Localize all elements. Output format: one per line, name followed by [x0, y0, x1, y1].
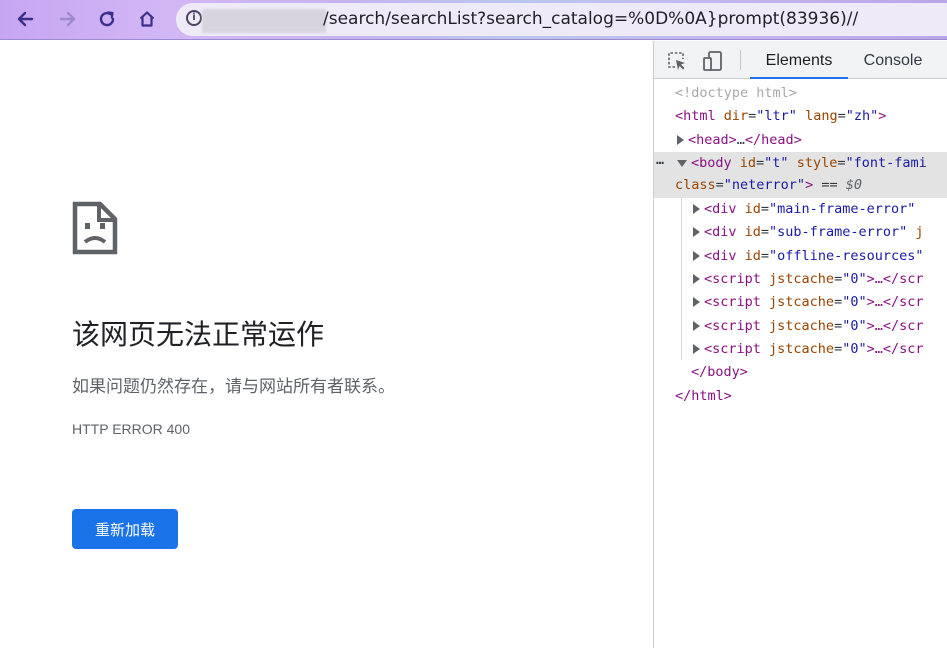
devtools-toolbar: Elements Console: [654, 41, 947, 79]
expand-triangle-icon[interactable]: [693, 274, 700, 284]
expand-triangle-icon[interactable]: [693, 344, 700, 354]
back-button[interactable]: [12, 6, 38, 32]
dom-line-doctype[interactable]: <!doctype html>: [675, 82, 947, 105]
reload-button[interactable]: 重新加载: [72, 509, 178, 549]
tab-elements[interactable]: Elements: [750, 41, 848, 79]
expand-triangle-icon[interactable]: [693, 204, 700, 214]
toolbar-separator: [740, 50, 741, 70]
expand-triangle-icon[interactable]: [677, 135, 684, 145]
home-button[interactable]: [134, 6, 160, 32]
tree-indent-guide: [681, 198, 682, 360]
dom-line-body-open[interactable]: <body id="t" style="font-fami: [677, 152, 947, 175]
reload-icon: [99, 11, 115, 27]
device-toggle-icon[interactable]: [702, 50, 724, 72]
error-page: 该网页无法正常运作 如果问题仍然存在，请与网站所有者联系。 HTTP ERROR…: [0, 41, 653, 648]
dom-line-div-main[interactable]: <div id="main-frame-error": [693, 198, 947, 221]
site-info-icon[interactable]: i: [186, 10, 202, 26]
dom-line-div-offline[interactable]: <div id="offline-resources": [693, 245, 947, 268]
address-bar-url[interactable]: /search/searchList?search_catalog=%0D%0A…: [323, 8, 858, 32]
error-subtitle: 如果问题仍然存在，请与网站所有者联系。: [72, 377, 395, 397]
collapse-triangle-icon[interactable]: [677, 159, 687, 167]
forward-button[interactable]: [55, 6, 81, 32]
expand-triangle-icon[interactable]: [693, 297, 700, 307]
dom-line-script[interactable]: <script jstcache="0">…</scr: [693, 338, 947, 361]
dom-line-div-sub[interactable]: <div id="sub-frame-error" j: [693, 221, 947, 244]
dom-line-html-close[interactable]: </html>: [675, 385, 947, 408]
reload-toolbar-button[interactable]: [94, 6, 120, 32]
tab-console[interactable]: Console: [854, 41, 932, 79]
error-title: 该网页无法正常运作: [72, 318, 325, 351]
inspect-element-icon[interactable]: [666, 50, 688, 72]
back-arrow-icon: [17, 11, 34, 27]
dom-line-script[interactable]: <script jstcache="0">…</scr: [693, 315, 947, 338]
expand-triangle-icon[interactable]: [693, 227, 700, 237]
dom-line-body-class[interactable]: class="neterror"> == $0: [675, 174, 947, 197]
forward-arrow-icon: [59, 11, 76, 27]
error-code: HTTP ERROR 400: [72, 421, 190, 437]
expand-triangle-icon[interactable]: [693, 251, 700, 261]
home-icon: [139, 11, 155, 27]
expand-triangle-icon[interactable]: [693, 321, 700, 331]
redacted-host: [202, 9, 326, 33]
dom-line-html[interactable]: <html dir="ltr" lang="zh">: [675, 105, 947, 128]
dom-line-script[interactable]: <script jstcache="0">…</scr: [693, 268, 947, 291]
dom-line-body-close[interactable]: </body>: [691, 361, 947, 384]
dom-line-head[interactable]: <head>…</head>: [677, 129, 947, 152]
browser-toolbar: i /search/searchList?search_catalog=%0D%…: [0, 0, 947, 40]
sad-document-icon: [72, 201, 118, 255]
more-dots-icon[interactable]: ⋯: [656, 152, 664, 175]
dom-line-script[interactable]: <script jstcache="0">…</scr: [693, 291, 947, 314]
